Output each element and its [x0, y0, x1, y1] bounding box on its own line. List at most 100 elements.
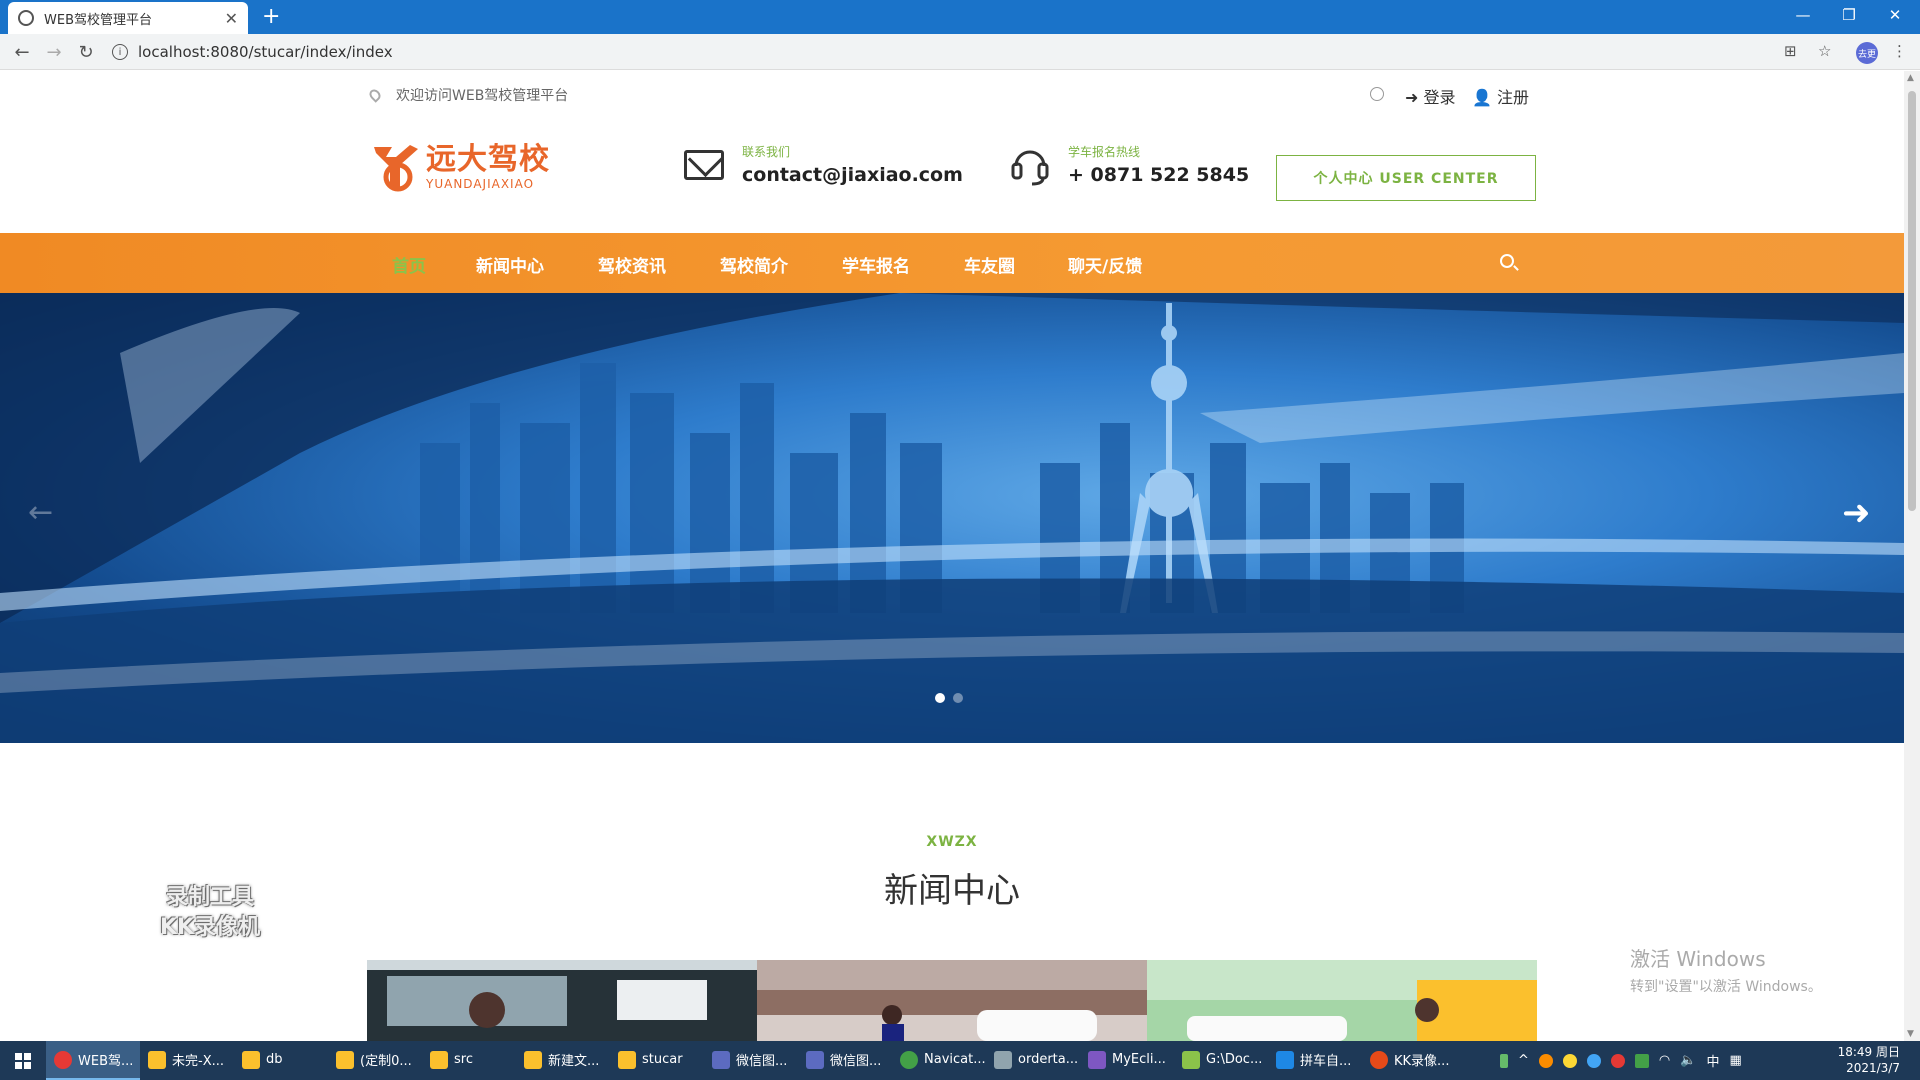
bookmark-star-icon[interactable]: ☆: [1818, 42, 1831, 60]
nav-home[interactable]: 首页: [392, 252, 426, 277]
folder-icon: [618, 1050, 636, 1069]
page-scrollbar[interactable]: ▲ ▼: [1904, 71, 1920, 1041]
taskbar-item[interactable]: stucar: [610, 1041, 704, 1080]
minimize-button[interactable]: —: [1780, 0, 1826, 30]
profile-avatar[interactable]: 去更: [1856, 42, 1878, 64]
search-icon[interactable]: [1500, 254, 1514, 268]
taskbar-item-label: 微信图...: [830, 1054, 882, 1069]
folder-icon: [148, 1050, 166, 1069]
login-link[interactable]: ➜ 登录: [1405, 84, 1456, 108]
news-thumbnail-3[interactable]: [1147, 960, 1537, 1041]
hotline-label: 学车报名热线: [1068, 145, 1141, 159]
nav-school-info[interactable]: 驾校资讯: [598, 252, 666, 277]
carousel-dot-2[interactable]: [953, 693, 963, 703]
navicat-icon: [900, 1050, 918, 1069]
nav-news-center[interactable]: 新闻中心: [476, 252, 544, 277]
taskbar-item[interactable]: 微信图...: [704, 1041, 798, 1080]
ime-indicator[interactable]: 中: [1706, 1051, 1719, 1070]
network-icon[interactable]: ◠: [1659, 1053, 1670, 1068]
tray-app-icon[interactable]: [1586, 1053, 1601, 1068]
close-window-button[interactable]: ✕: [1872, 0, 1918, 30]
battery-icon[interactable]: [1500, 1053, 1508, 1068]
recorder-watermark: 录制工具 KK录像机: [160, 883, 260, 943]
site-logo[interactable]: 远大驾校 YUANDAJIAXIAO: [370, 141, 550, 193]
taskbar-item[interactable]: 新建文...: [516, 1041, 610, 1080]
section-title: 新闻中心: [884, 871, 1020, 911]
welcome-text: 欢迎访问WEB驾校管理平台: [396, 88, 569, 104]
reload-icon[interactable]: ↻: [74, 40, 98, 64]
scrollbar-thumb[interactable]: [1908, 91, 1916, 511]
section-subtitle: XWZX: [926, 834, 978, 850]
hero-carousel: ← ➜: [0, 293, 1904, 743]
system-tray: ^ ◠ 🔈 中 ▦: [1500, 1041, 1742, 1080]
nav-school-intro[interactable]: 驾校简介: [720, 252, 788, 277]
tray-app-icon[interactable]: [1634, 1053, 1649, 1068]
taskbar-item[interactable]: 未完-X...: [140, 1041, 234, 1080]
taskbar-item[interactable]: (定制0...: [328, 1041, 422, 1080]
taskbar-item[interactable]: Navicat...: [892, 1041, 986, 1080]
back-icon[interactable]: ←: [10, 40, 34, 64]
taskbar-item-label: G:\Doc...: [1206, 1052, 1263, 1067]
globe-icon: [18, 10, 34, 26]
taskbar-item-label: 拼车自...: [1300, 1054, 1352, 1069]
taskbar-item[interactable]: 微信图...: [798, 1041, 892, 1080]
browser-tab[interactable]: WEB驾校管理平台 ✕: [8, 2, 248, 34]
logo-chinese: 远大驾校: [426, 142, 550, 177]
start-button[interactable]: [0, 1041, 46, 1080]
top-info-bar: 欢迎访问WEB驾校管理平台 ➜ 登录 👤 注册: [0, 71, 1904, 121]
browser-toolbar: ← → ↻ i localhost:8080/stucar/index/inde…: [0, 34, 1920, 70]
scroll-up-icon[interactable]: ▲: [1907, 73, 1914, 83]
url-text: localhost:8080/stucar/index/index: [138, 43, 393, 61]
forward-icon[interactable]: →: [42, 40, 66, 64]
tray-app-icon[interactable]: [1562, 1053, 1577, 1068]
nav-community[interactable]: 车友圈: [964, 252, 1015, 277]
taskbar-item[interactable]: KK录像...: [1362, 1041, 1456, 1080]
hotline-number: + 0871 522 5845: [1068, 164, 1250, 186]
city-skyline-image: [0, 293, 1904, 743]
news-thumbnail-1[interactable]: [367, 960, 757, 1041]
logo-mark-icon: [370, 141, 420, 193]
info-icon[interactable]: i: [112, 44, 128, 60]
restore-button[interactable]: ❐: [1826, 0, 1872, 30]
notepad-icon: [1182, 1050, 1200, 1069]
tray-app-icon[interactable]: [1610, 1053, 1625, 1068]
watermark-line-1: 录制工具: [166, 885, 255, 910]
browser-titlebar: WEB驾校管理平台 ✕ + — ❐ ✕: [0, 0, 1920, 34]
folder-icon: [336, 1050, 354, 1069]
tray-expand-icon[interactable]: ^: [1518, 1053, 1529, 1068]
main-navigation: 首页 新闻中心 驾校资讯 驾校简介 学车报名 车友圈 聊天/反馈: [0, 233, 1904, 293]
news-thumbnail-2[interactable]: [757, 960, 1147, 1041]
taskbar-item[interactable]: 拼车自...: [1268, 1041, 1362, 1080]
nav-chat-feedback[interactable]: 聊天/反馈: [1068, 252, 1142, 277]
scroll-down-icon[interactable]: ▼: [1907, 1029, 1914, 1039]
new-tab-button[interactable]: +: [262, 6, 280, 28]
taskbar-item[interactable]: db: [234, 1041, 328, 1080]
volume-icon[interactable]: 🔈: [1680, 1053, 1696, 1068]
taskbar-item[interactable]: src: [422, 1041, 516, 1080]
taskbar-item[interactable]: MyEcli...: [1080, 1041, 1174, 1080]
keyboard-icon[interactable]: ▦: [1729, 1053, 1741, 1068]
taskbar-item-label: MyEcli...: [1112, 1052, 1166, 1067]
carousel-next-icon[interactable]: ➜: [1842, 493, 1871, 533]
menu-icon[interactable]: ⋮: [1892, 42, 1907, 60]
image-viewer-icon: [712, 1050, 730, 1069]
carousel-dots: [935, 693, 963, 703]
register-link[interactable]: 👤 注册: [1472, 84, 1529, 108]
taskbar-item-label: Navicat...: [924, 1052, 986, 1067]
headset-icon: [1010, 144, 1050, 186]
carousel-prev-icon[interactable]: ←: [28, 495, 53, 530]
taskbar-item-label: orderta...: [1018, 1052, 1079, 1067]
taskbar-item-label: stucar: [642, 1052, 683, 1067]
address-bar[interactable]: i localhost:8080/stucar/index/index: [112, 38, 1772, 66]
taskbar-clock[interactable]: 18:49 周日 2021/3/7: [1820, 1044, 1900, 1076]
recorder-icon: [1370, 1050, 1388, 1069]
taskbar-item[interactable]: G:\Doc...: [1174, 1041, 1268, 1080]
tray-app-icon[interactable]: [1538, 1053, 1553, 1068]
taskbar-item[interactable]: orderta...: [986, 1041, 1080, 1080]
taskbar-item[interactable]: WEB驾...: [46, 1041, 140, 1080]
user-center-button[interactable]: 个人中心 USER CENTER: [1276, 155, 1536, 201]
nav-enroll[interactable]: 学车报名: [842, 252, 910, 277]
translate-icon[interactable]: ⊞: [1784, 42, 1797, 60]
close-tab-icon[interactable]: ✕: [225, 9, 238, 28]
carousel-dot-1[interactable]: [935, 693, 945, 703]
